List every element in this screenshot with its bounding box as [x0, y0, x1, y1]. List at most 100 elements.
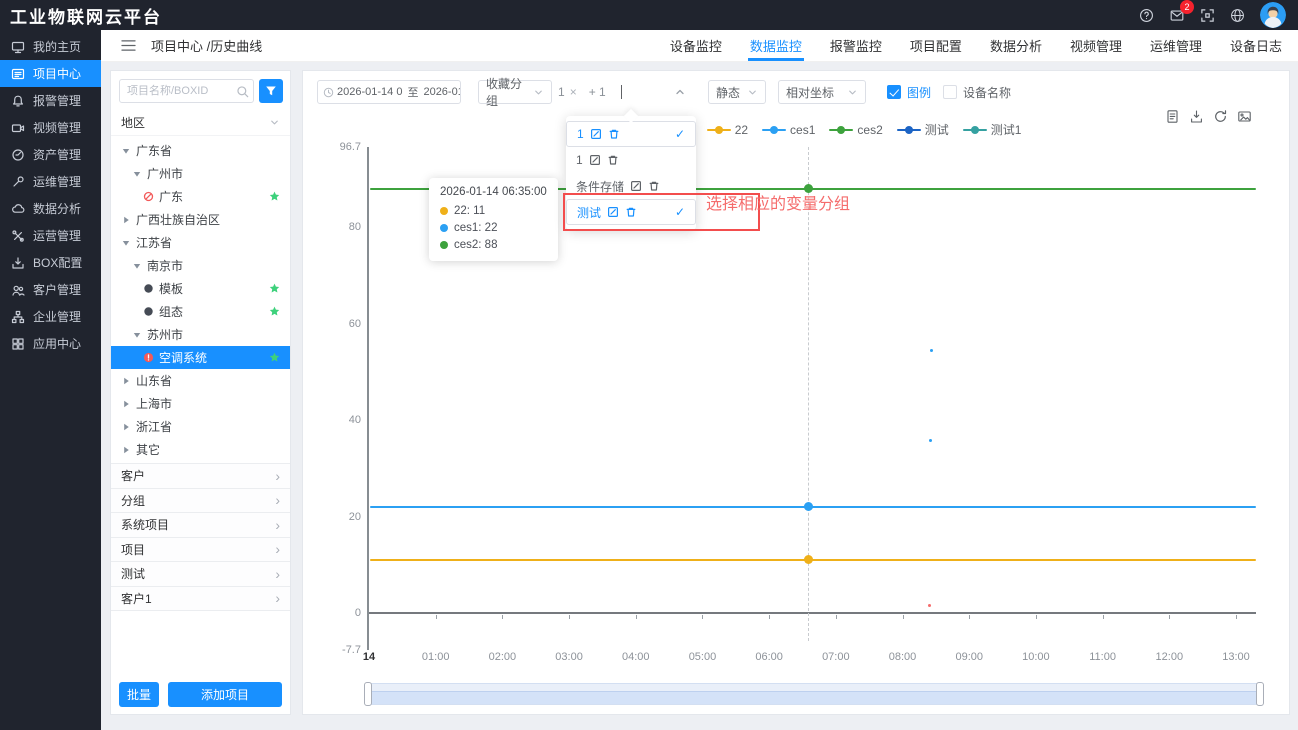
tab-data-monitor[interactable]: 数据监控: [750, 30, 802, 61]
tree-item-zhejiang[interactable]: 浙江省: [111, 415, 290, 438]
tree-section-test[interactable]: 测试›: [111, 562, 290, 587]
edit-icon[interactable]: [630, 180, 642, 192]
legend-item[interactable]: ces1: [762, 123, 815, 137]
caret-right-icon[interactable]: [121, 422, 131, 432]
edit-icon[interactable]: [607, 206, 619, 218]
tree-section-project[interactable]: 项目›: [111, 538, 290, 563]
tree-item-other[interactable]: 其它: [111, 438, 290, 461]
dropdown-item-condition-storage[interactable]: 条件存储: [566, 173, 696, 199]
sidebar-item-customer[interactable]: 客户管理: [0, 276, 101, 303]
sidebar-item-operation[interactable]: 运营管理: [0, 222, 101, 249]
tree-item-guangdong-province[interactable]: 广东省: [111, 139, 290, 162]
filter-button[interactable]: [259, 79, 283, 103]
sidebar-item-data-analysis[interactable]: 数据分析: [0, 195, 101, 222]
scan-corners-icon[interactable]: [1200, 8, 1215, 23]
avatar[interactable]: [1260, 2, 1286, 28]
edit-icon[interactable]: [589, 154, 601, 166]
data-view-icon[interactable]: [1165, 109, 1180, 124]
trash-icon[interactable]: [625, 206, 637, 218]
sidebar-item-video[interactable]: 视频管理: [0, 114, 101, 141]
tree-item-template-project[interactable]: 模板: [111, 277, 290, 300]
trash-icon[interactable]: [607, 154, 619, 166]
tab-video-mgmt[interactable]: 视频管理: [1070, 30, 1122, 61]
star-icon[interactable]: [269, 191, 280, 202]
datazoom-slider[interactable]: [367, 683, 1261, 705]
dropdown-item-test-group[interactable]: 测试✓: [566, 199, 696, 225]
caret-down-icon[interactable]: [132, 330, 142, 340]
sidebar-item-enterprise[interactable]: 企业管理: [0, 303, 101, 330]
sidebar-item-alarm[interactable]: 报警管理: [0, 87, 101, 114]
sidebar-item-box-config[interactable]: BOX配置: [0, 249, 101, 276]
tree-item-label: 空调系统: [159, 349, 207, 366]
tree-item-hvac-system[interactable]: 空调系统: [111, 346, 290, 369]
refresh-icon[interactable]: [1213, 109, 1228, 124]
dropdown-item-group-1a[interactable]: 1✓: [566, 121, 696, 147]
menu-toggle-icon[interactable]: [121, 39, 136, 52]
tab-ops-mgmt[interactable]: 运维管理: [1150, 30, 1202, 61]
tree-section-customer1[interactable]: 客户1›: [111, 587, 290, 612]
mail-icon[interactable]: 2: [1169, 8, 1185, 23]
coordinate-select[interactable]: 相对坐标: [778, 80, 866, 104]
tree-item-nanjing-city[interactable]: 南京市: [111, 254, 290, 277]
dropdown-item-group-1b[interactable]: 1: [566, 147, 696, 173]
datazoom-left-handle[interactable]: [364, 682, 372, 706]
caret-right-icon[interactable]: [121, 215, 131, 225]
tab-project-config[interactable]: 项目配置: [910, 30, 962, 61]
sidebar-item-app-center[interactable]: 应用中心: [0, 330, 101, 357]
caret-down-icon[interactable]: [132, 261, 142, 271]
legend-item[interactable]: ces2: [829, 123, 882, 137]
trash-icon[interactable]: [608, 128, 620, 140]
add-project-button[interactable]: 添加项目: [168, 682, 282, 707]
tree-item-shandong[interactable]: 山东省: [111, 369, 290, 392]
variable-group-multiselect[interactable]: 1 × + 1: [558, 80, 708, 104]
save-image-icon[interactable]: [1237, 109, 1252, 124]
trash-icon[interactable]: [648, 180, 660, 192]
search-icon[interactable]: [236, 85, 249, 98]
search-input[interactable]: [120, 80, 253, 102]
datazoom-selection[interactable]: [368, 691, 1260, 704]
star-icon[interactable]: [269, 352, 280, 363]
download-icon[interactable]: [1189, 109, 1204, 124]
globe-icon[interactable]: [1230, 8, 1245, 23]
tree-section-customer[interactable]: 客户›: [111, 464, 290, 489]
sidebar-item-asset[interactable]: 资产管理: [0, 141, 101, 168]
tree-item-guangzhou-city[interactable]: 广州市: [111, 162, 290, 185]
legend-item[interactable]: 22: [707, 123, 748, 137]
tag-remove-icon[interactable]: ×: [570, 85, 577, 99]
tab-alarm-monitor[interactable]: 报警监控: [830, 30, 882, 61]
legend-checkbox[interactable]: 图例: [887, 84, 931, 101]
caret-down-icon[interactable]: [132, 169, 142, 179]
star-icon[interactable]: [269, 283, 280, 294]
legend-item[interactable]: 测试: [897, 121, 949, 138]
legend-item[interactable]: 测试1: [963, 121, 1022, 138]
tab-data-analysis[interactable]: 数据分析: [990, 30, 1042, 61]
sidebar-item-project-center[interactable]: 项目中心: [0, 60, 101, 87]
tree-item-shanghai[interactable]: 上海市: [111, 392, 290, 415]
edit-icon[interactable]: [590, 128, 602, 140]
caret-right-icon[interactable]: [121, 376, 131, 386]
tree-section-system-project[interactable]: 系统项目›: [111, 513, 290, 538]
datazoom-right-handle[interactable]: [1256, 682, 1264, 706]
caret-right-icon[interactable]: [121, 399, 131, 409]
star-icon[interactable]: [269, 306, 280, 317]
tab-device-monitor[interactable]: 设备监控: [670, 30, 722, 61]
batch-button[interactable]: 批量: [119, 682, 159, 707]
caret-right-icon[interactable]: [121, 445, 131, 455]
tree-item-scada-project[interactable]: 组态: [111, 300, 290, 323]
device-name-checkbox[interactable]: 设备名称: [943, 84, 1011, 101]
tree-item-guangxi[interactable]: 广西壮族自治区: [111, 208, 290, 231]
mode-select[interactable]: 静态: [708, 80, 766, 104]
sidebar-item-home[interactable]: 我的主页: [0, 33, 101, 60]
caret-down-icon[interactable]: [121, 146, 131, 156]
date-range-picker[interactable]: 2026-01-14 0 至 2026-01-14 2: [317, 80, 461, 104]
tree-item-jiangsu-province[interactable]: 江苏省: [111, 231, 290, 254]
help-icon[interactable]: [1139, 8, 1154, 23]
caret-down-icon[interactable]: [121, 238, 131, 248]
favorite-group-select[interactable]: 收藏分组: [478, 80, 552, 104]
tab-device-log[interactable]: 设备日志: [1230, 30, 1282, 61]
tree-section-group[interactable]: 分组›: [111, 489, 290, 514]
sidebar-item-maintenance[interactable]: 运维管理: [0, 168, 101, 195]
tree-item-guangdong-project[interactable]: 广东: [111, 185, 290, 208]
tree-item-suzhou-city[interactable]: 苏州市: [111, 323, 290, 346]
tree-group-header[interactable]: 地区: [111, 109, 290, 136]
